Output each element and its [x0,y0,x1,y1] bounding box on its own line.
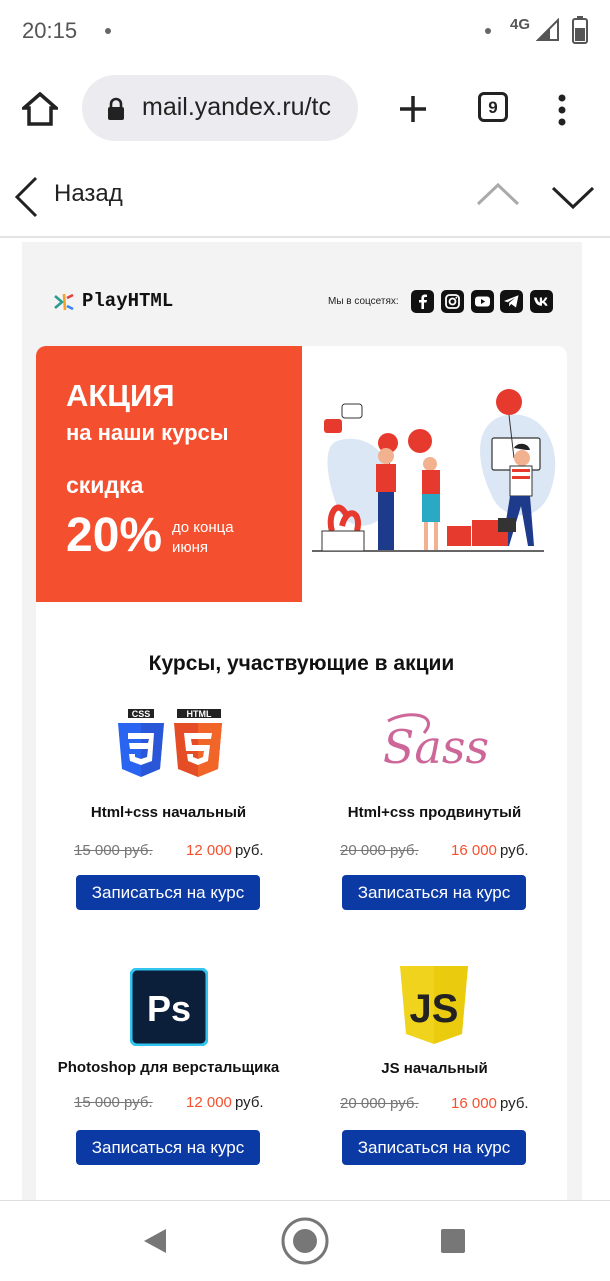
old-price: 15 000 руб. [74,842,153,859]
promo-banner: АКЦИЯ на наши курсы скидка 20% до конца … [36,346,302,602]
section-title: Курсы, участвующие в акции [148,652,455,675]
course-name: Html+css начальный [90,804,247,821]
notification-dot-icon [105,28,111,34]
chevron-down-icon[interactable] [551,186,595,210]
address-bar[interactable]: mail.yandex.ru/tc [82,75,358,141]
status-time: 20:15 [22,18,78,43]
enroll-button[interactable]: Записаться на курс [342,875,526,910]
signal-icon [536,18,559,41]
playhtml-logo-icon [54,293,74,311]
notification-dot-icon [485,28,491,34]
enroll-button[interactable]: Записаться на курс [76,1130,260,1165]
system-navigation-bar [0,1200,610,1281]
html-logo-text: HTML [187,709,212,719]
course-name: Photoshop для верстальщика [57,1059,280,1076]
facebook-icon[interactable] [411,290,434,313]
back-button[interactable]: Назад [54,180,123,208]
old-price: 20 000 руб. [340,842,419,859]
mail-navigation: Назад [0,158,610,238]
course-card: Sass Html+css продвинутый 20 000 руб. 16… [302,701,562,921]
promo-illustration [312,389,556,552]
promo-until: до конца июня [172,519,234,556]
network-type: 4G [510,16,531,33]
old-price: 20 000 руб. [340,1095,419,1112]
promo-percent: 20% [66,509,163,562]
telegram-icon[interactable] [500,290,523,313]
back-triangle-icon[interactable] [142,1227,168,1255]
chevron-up-icon[interactable] [476,182,520,206]
lock-icon [108,97,124,120]
old-price: 15 000 руб. [74,1094,153,1111]
brand-name: PlayHTML [82,290,174,312]
new-price: 16 000 [451,1095,497,1112]
youtube-icon[interactable] [471,290,494,313]
battery-icon [572,16,588,44]
social-label: Мы в соцсетях: [328,296,399,307]
js-icon: JS [400,966,468,1044]
new-price: 12 000 [186,1094,232,1111]
instagram-icon[interactable] [441,290,464,313]
ps-logo-text: Ps [147,988,191,1029]
course-name: Html+css продвинутый [347,804,522,821]
enroll-button[interactable]: Записаться на курс [342,1130,526,1165]
new-tab-icon[interactable] [398,94,428,124]
email-body: PlayHTML Мы в соцсетях: АКЦИЯ на наши ку… [22,242,582,1202]
promo-subtitle: на наши курсы [66,420,229,445]
price-currency: руб. [235,1094,264,1111]
course-card: Ps Photoshop для верстальщика 15 000 руб… [36,956,296,1176]
vk-icon[interactable] [530,290,553,313]
tabs-count-button[interactable]: 9 [478,92,508,122]
menu-icon[interactable] [555,94,569,128]
css-html-icon: CSS HTML [118,709,222,777]
status-bar: 20:15 4G [0,0,610,64]
course-card: JS JS начальный 20 000 руб. 16 000 руб. … [302,956,562,1176]
browser-toolbar: mail.yandex.ru/tc 9 [0,64,610,159]
course-card: CSS HTML Html+css начальный 15 000 руб. … [36,701,296,921]
css-logo-text: CSS [132,709,151,719]
photoshop-icon: Ps [130,968,208,1046]
chevron-left-icon[interactable] [14,176,38,218]
recents-square-icon[interactable] [440,1228,466,1254]
price-currency: руб. [500,842,529,859]
js-logo-text: JS [410,987,459,1031]
new-price: 12 000 [186,842,232,859]
price-currency: руб. [235,842,264,859]
price-currency: руб. [500,1095,529,1112]
home-circle-icon[interactable] [280,1216,330,1266]
sass-logo-text: Sass [383,720,489,774]
sass-icon: Sass [383,713,489,774]
email-card: АКЦИЯ на наши курсы скидка 20% до конца … [36,346,567,1202]
url-text: mail.yandex.ru/tc [142,93,331,121]
home-icon[interactable] [22,92,58,126]
promo-title: АКЦИЯ [66,378,175,413]
promo-discount-label: скидка [66,472,144,498]
new-price: 16 000 [451,842,497,859]
course-name: JS начальный [381,1060,488,1077]
enroll-button[interactable]: Записаться на курс [76,875,260,910]
